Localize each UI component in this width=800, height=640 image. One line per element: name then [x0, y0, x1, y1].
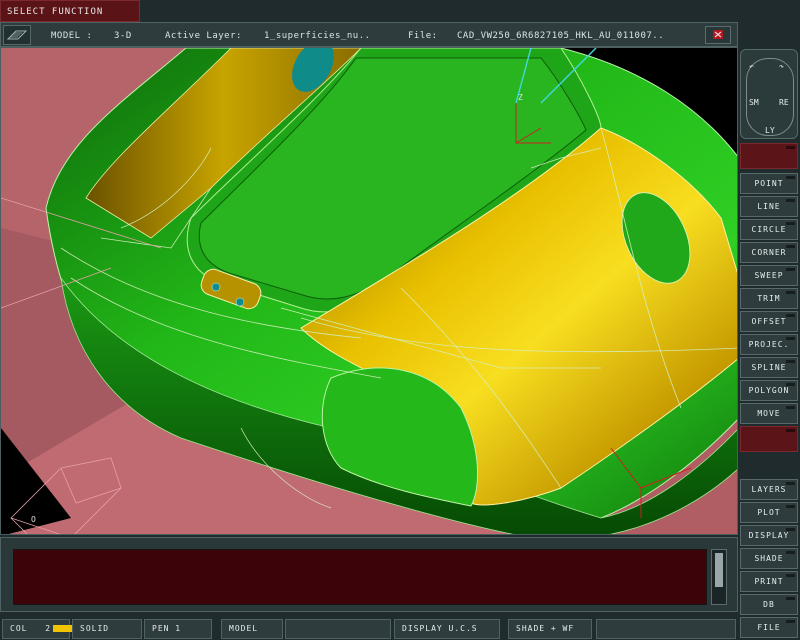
- active-layer-value[interactable]: 1_superficies_nu..: [264, 31, 371, 41]
- nav-sm-button[interactable]: SM: [749, 98, 759, 107]
- circle-button[interactable]: CIRCLE: [740, 219, 798, 240]
- sidebar-status-slot-2: [740, 426, 798, 452]
- rotate-left-icon[interactable]: ↶: [749, 62, 754, 71]
- command-scrollbar[interactable]: [711, 549, 727, 605]
- shade-button[interactable]: SHADE: [740, 548, 798, 569]
- move-button[interactable]: MOVE: [740, 403, 798, 424]
- status-bar: COL 2 SOLID PEN 1 MODEL DISPLAY U.C.S SH…: [0, 617, 738, 640]
- active-layer-label: Active Layer:: [165, 31, 242, 41]
- col-value: 2: [45, 624, 52, 633]
- command-output-area[interactable]: [13, 549, 707, 605]
- file-label: File:: [408, 31, 438, 41]
- file-value[interactable]: CAD_VW250_6R6827105_HKL_AU_011007..: [457, 31, 664, 41]
- nav-ly-button[interactable]: LY: [765, 126, 775, 135]
- select-function-prompt: SELECT FUNCTION: [0, 0, 140, 22]
- command-frame: [0, 537, 738, 612]
- corner-button[interactable]: CORNER: [740, 242, 798, 263]
- svg-text:O: O: [31, 515, 36, 524]
- point-button[interactable]: POINT: [740, 173, 798, 194]
- trim-button[interactable]: TRIM: [740, 288, 798, 309]
- spline-button[interactable]: SPLINE: [740, 357, 798, 378]
- col-label: COL: [10, 624, 28, 633]
- display-button[interactable]: DISPLAY: [740, 525, 798, 546]
- pen-cell[interactable]: PEN 1: [144, 619, 212, 639]
- shade-wf-cell[interactable]: SHADE + WF: [508, 619, 592, 639]
- car-body-render: Z O: [1, 48, 737, 534]
- view-cube-icon[interactable]: [3, 25, 31, 45]
- info-bar: MODEL : 3-D Active Layer: 1_superficies_…: [0, 22, 738, 47]
- status-extra-cell: [596, 619, 736, 639]
- view-navigation-pad: ↶ ↷ SM RE LY: [740, 49, 798, 139]
- svg-text:Z: Z: [518, 93, 523, 102]
- 3d-viewport[interactable]: Z O: [0, 47, 738, 535]
- empty-status-cell: [285, 619, 391, 639]
- polygon-button[interactable]: POLYGON: [740, 380, 798, 401]
- projec-button[interactable]: PROJEC.: [740, 334, 798, 355]
- rotate-right-icon[interactable]: ↷: [779, 62, 784, 71]
- model-value: 3-D: [114, 31, 132, 41]
- line-button[interactable]: LINE: [740, 196, 798, 217]
- file-button[interactable]: FILE: [740, 617, 798, 638]
- layers-button[interactable]: LAYERS: [740, 479, 798, 500]
- command-sidebar: ↶ ↷ SM RE LY POINT LINE CIRCLE CORNER SW…: [738, 47, 800, 640]
- plot-button[interactable]: PLOT: [740, 502, 798, 523]
- nav-re-button[interactable]: RE: [779, 98, 789, 107]
- scrollbar-thumb[interactable]: [715, 553, 723, 587]
- display-ucs-cell[interactable]: DISPLAY U.C.S: [394, 619, 500, 639]
- model-label: MODEL :: [51, 31, 93, 41]
- color-cell[interactable]: COL 2: [2, 619, 76, 639]
- print-button[interactable]: PRINT: [740, 571, 798, 592]
- offset-button[interactable]: OFFSET: [740, 311, 798, 332]
- space-cell[interactable]: MODEL: [221, 619, 283, 639]
- exit-icon[interactable]: [705, 26, 731, 44]
- sidebar-status-slot-1: [740, 143, 798, 169]
- db-button[interactable]: DB: [740, 594, 798, 615]
- render-mode-cell[interactable]: SOLID: [72, 619, 142, 639]
- sweep-button[interactable]: SWEEP: [740, 265, 798, 286]
